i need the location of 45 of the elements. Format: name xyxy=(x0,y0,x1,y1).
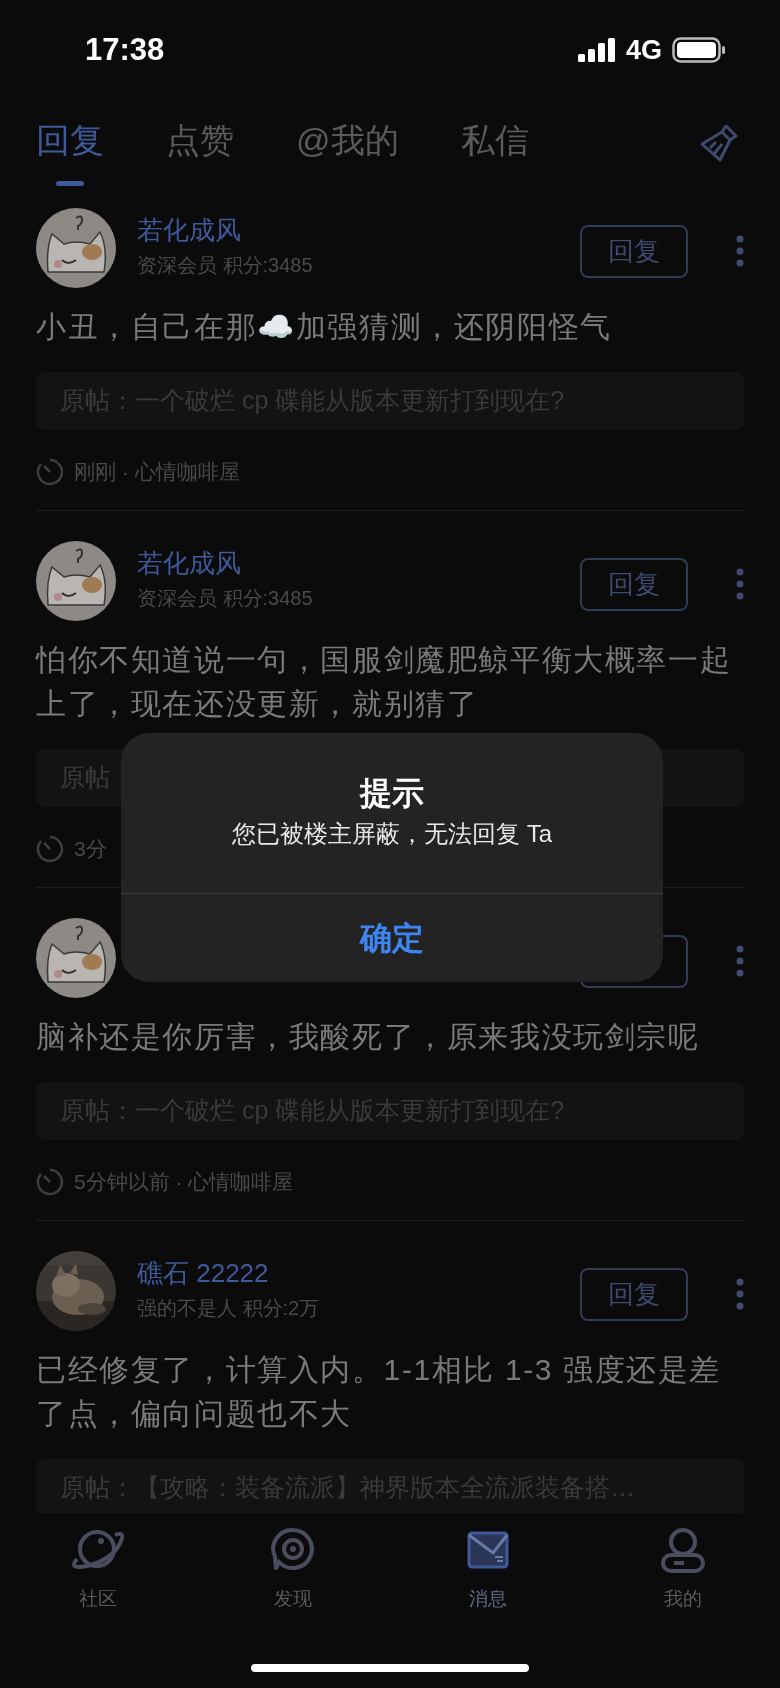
battery-icon xyxy=(672,37,726,63)
clock-icon xyxy=(36,1168,64,1196)
comment-text: 已经修复了，计算入内。1-1相比 1-3 强度还是差了点，偏向问题也不大 xyxy=(36,1352,722,1432)
user-meta: 资深会员 积分:3485 xyxy=(137,586,314,611)
dialog-message: 您已被楼主屏蔽，无法回复 Ta xyxy=(232,819,552,849)
reply-button[interactable]: 回复 xyxy=(580,558,688,611)
username[interactable]: 若化成风 xyxy=(137,214,580,246)
post-time: 刚刚 · 心情咖啡屋 xyxy=(74,459,240,486)
comment-text: 怕你不知道说一句，国服剑魔肥鲸平衡大概率一起上了，现在还没更新，就别猜了 xyxy=(36,642,733,722)
clock-icon xyxy=(36,835,64,863)
reply-button[interactable]: 回复 xyxy=(580,1268,688,1321)
confirm-button[interactable]: 确定 xyxy=(121,894,663,982)
tab[interactable]: 点赞 xyxy=(166,120,234,186)
username[interactable]: 若化成风 xyxy=(137,547,580,579)
user-meta: 强的不是人 积分:2万 xyxy=(137,1296,321,1321)
cat-avatar-icon xyxy=(36,541,116,621)
signal-icon xyxy=(577,38,616,62)
cat-avatar-icon xyxy=(36,208,116,288)
nav-tab[interactable]: 社区 xyxy=(0,1525,195,1614)
cat-avatar-icon xyxy=(36,918,116,998)
comment-text: 小丑，自己在那☁加强猜测，还阴阳怪气 xyxy=(36,309,613,345)
user-icon xyxy=(659,1527,706,1573)
more-icon[interactable] xyxy=(736,1278,744,1310)
nav-tab[interactable]: 我的 xyxy=(585,1525,780,1614)
username[interactable]: 礁石 22222 xyxy=(137,1257,580,1289)
clock-icon xyxy=(36,458,64,486)
more-icon[interactable] xyxy=(736,945,744,977)
nav-tab[interactable]: 消息 xyxy=(390,1525,585,1614)
tab[interactable]: 私信 xyxy=(460,120,529,186)
tab[interactable]: @我的 xyxy=(296,120,399,186)
reply-button[interactable]: 回复 xyxy=(580,225,688,278)
nav-tab[interactable]: 发现 xyxy=(195,1525,390,1614)
post-time: 3分 xyxy=(74,836,107,863)
status-time: 17:38 xyxy=(85,30,165,69)
comment-text: 脑补还是你厉害，我酸死了，原来我没玩剑宗呢 xyxy=(36,1019,701,1055)
target-icon xyxy=(270,1527,315,1573)
tab[interactable]: 回复 xyxy=(36,120,104,186)
network-label: 4G xyxy=(625,33,662,67)
dialog-title: 提示 xyxy=(360,774,424,813)
more-icon[interactable] xyxy=(736,235,744,267)
post-time: 5分钟以前 · 心情咖啡屋 xyxy=(74,1169,294,1196)
user-meta: 资深会员 积分:3485 xyxy=(137,253,314,278)
envelope-icon xyxy=(466,1531,509,1569)
more-icon[interactable] xyxy=(736,568,744,600)
broom-icon[interactable] xyxy=(698,122,740,164)
